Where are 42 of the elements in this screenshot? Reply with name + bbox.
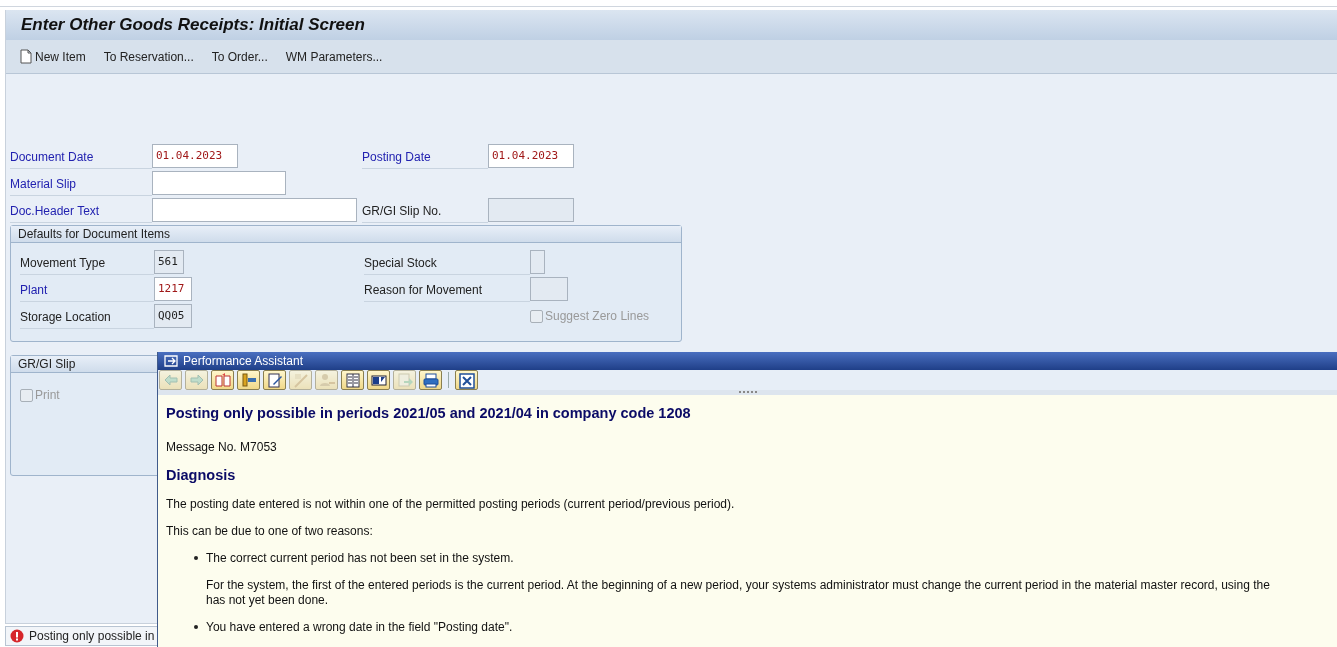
print-button[interactable] <box>419 370 442 390</box>
input-field[interactable] <box>152 197 357 222</box>
screen-title: Enter Other Goods Receipts: Initial Screen <box>21 15 365 35</box>
input-field[interactable] <box>152 170 286 195</box>
toolbar-button[interactable]: WM Parameters... <box>282 47 386 66</box>
help-text-line: For the system, the first of the entered periods is the current period. At the beginning of a new period, your systems administrator must change the current period in the material master record, using the <box>206 578 1271 593</box>
input-field[interactable]: 1217 <box>154 276 192 301</box>
input-field: QQ05 <box>154 303 192 328</box>
error-icon <box>10 629 24 643</box>
panel-button[interactable] <box>367 370 390 390</box>
tools-button[interactable] <box>237 370 260 390</box>
toolbar-button[interactable]: To Order... <box>208 47 271 66</box>
help-paragraph: The posting date entered is not within one of the permitted posting periods (current period/previous period). <box>166 497 736 512</box>
table-button[interactable] <box>341 370 364 390</box>
window-icon <box>164 355 178 367</box>
print-icon <box>421 371 440 389</box>
document-icon <box>20 49 32 64</box>
group-title: Defaults for Document Items <box>11 226 681 243</box>
message-number: Message No. M7053 <box>166 440 278 455</box>
bullet-icon <box>194 556 198 560</box>
book-button[interactable] <box>211 370 234 390</box>
tools-icon <box>239 371 258 389</box>
splitter-handle[interactable] <box>738 391 757 395</box>
edit-button[interactable] <box>263 370 286 390</box>
close-icon <box>457 371 476 389</box>
input-field[interactable]: 01.04.2023 <box>152 143 238 168</box>
table-icon <box>343 371 362 389</box>
edit-icon <box>265 371 284 389</box>
help-heading: Posting only possible in periods 2021/05 and 2021/04 in company code 1208 <box>166 405 692 421</box>
section-heading: Diagnosis <box>166 467 237 483</box>
input-field[interactable]: 01.04.2023 <box>488 143 574 168</box>
input-field: 561 <box>154 249 184 274</box>
toolbar-button[interactable]: New Item <box>17 47 89 66</box>
toolbar-button[interactable]: To Reservation... <box>100 47 197 66</box>
book-icon <box>213 371 232 389</box>
bullet-icon <box>194 625 198 629</box>
help-paragraph: This can be due to one of two reasons: <box>166 524 374 539</box>
help-text-line: has not yet been done. <box>206 593 330 608</box>
bullet-text: The correct current period has not been set in the system. <box>206 551 515 566</box>
bullet-text: You have entered a wrong date in the field "Posting date". <box>206 620 514 635</box>
status-message: Posting only possible in <box>29 629 155 643</box>
close-button[interactable] <box>455 370 478 390</box>
